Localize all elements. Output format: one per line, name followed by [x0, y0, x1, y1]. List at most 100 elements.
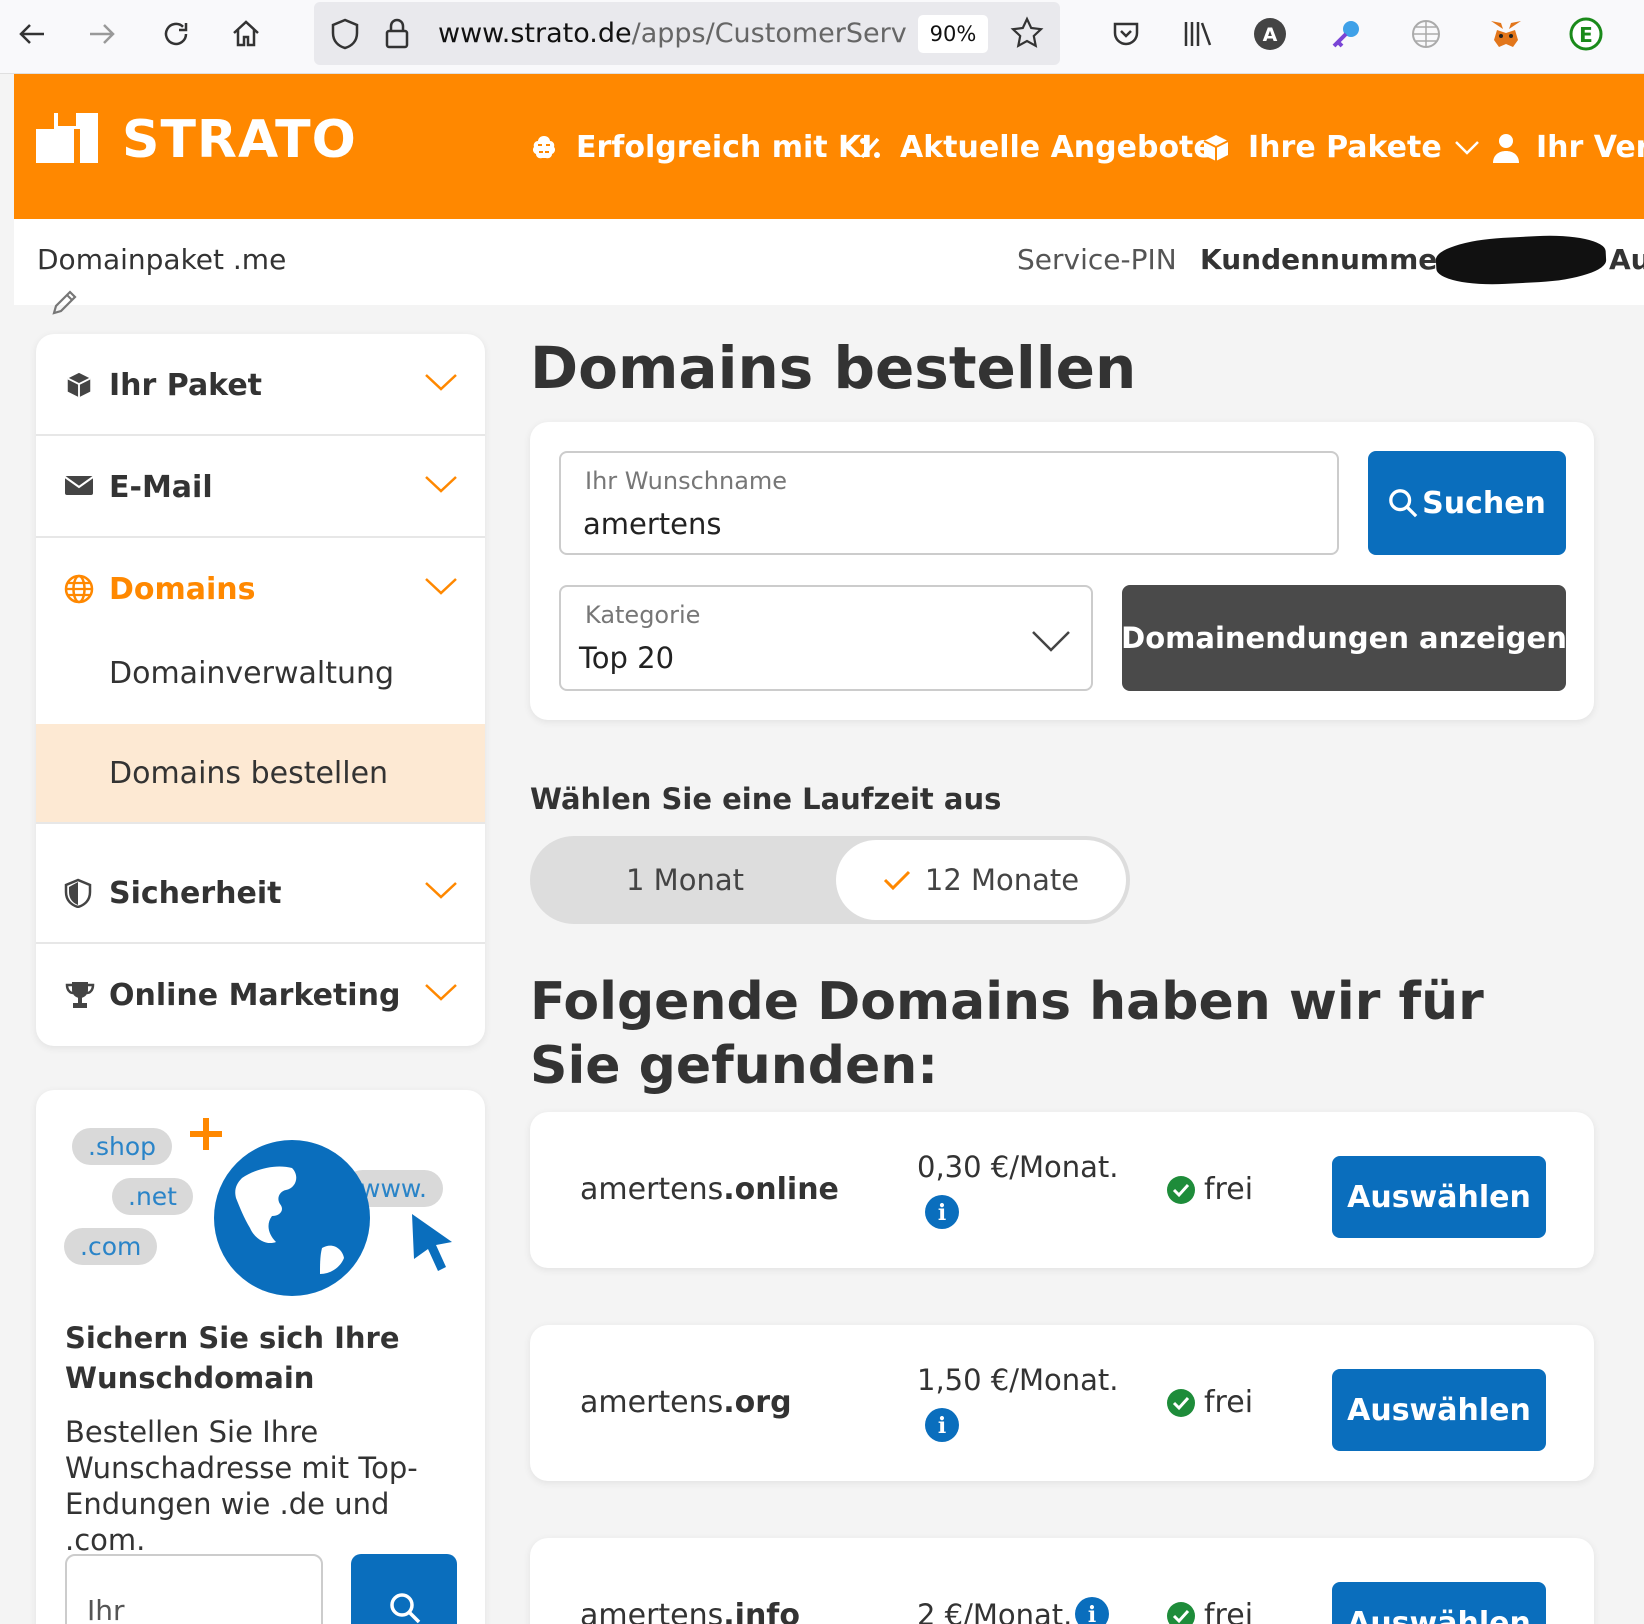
auf-label: Auf — [1609, 243, 1644, 276]
category-select[interactable]: Kategorie Top 20 — [559, 585, 1093, 691]
extension-key-icon[interactable] — [1326, 14, 1366, 54]
info-icon[interactable]: i — [924, 1194, 960, 1230]
promo-text: Bestellen Sie Ihre Wunschadresse mit Top… — [65, 1415, 418, 1557]
check-circle-icon — [1167, 1388, 1195, 1417]
strato-logo-icon — [36, 113, 98, 163]
sidebar-subitem-domains-bestellen[interactable]: Domains bestellen — [36, 724, 485, 824]
domain-price: 1,50 €/Monat. — [917, 1363, 1119, 1397]
sidebar-subitem-label: Domainverwaltung — [109, 656, 395, 691]
sidebar-item-online-marketing[interactable]: Online Marketing — [36, 944, 485, 1046]
domain-price: 0,30 €/Monat. — [917, 1150, 1119, 1184]
svg-text:i: i — [938, 1200, 946, 1226]
promo-search-input[interactable]: Ihr Wunschna... — [65, 1554, 323, 1624]
search-button[interactable]: Suchen — [1368, 451, 1566, 555]
sidebar-item-label: E-Mail — [109, 470, 213, 505]
check-circle-icon — [1167, 1175, 1195, 1204]
page-title: Domains bestellen — [530, 334, 1137, 402]
sidebar-item-label: Ihr Paket — [109, 368, 263, 403]
package-name: Domainpaket .me — [37, 243, 287, 276]
nav-packages[interactable]: Ihre Pakete — [1200, 130, 1480, 165]
chevron-down-icon — [425, 578, 457, 595]
result-card: amertens.info 2 €/Monat. i frei Auswähle… — [530, 1538, 1594, 1624]
wish-name-value: amertens — [583, 507, 722, 541]
extension-globe-icon[interactable] — [1406, 14, 1446, 54]
sidebar-item-label: Online Marketing — [109, 978, 401, 1013]
chevron-down-icon — [425, 476, 457, 493]
zoom-level[interactable]: 90% — [918, 15, 988, 53]
percent-icon — [860, 137, 880, 158]
search-icon — [390, 1593, 421, 1624]
select-domain-button[interactable]: Auswählen — [1332, 1156, 1546, 1238]
svg-text:i: i — [1088, 1602, 1096, 1624]
envelope-icon — [64, 476, 94, 495]
availability-status: frei — [1166, 1385, 1253, 1420]
pocket-icon[interactable] — [1106, 14, 1146, 54]
net-bubble: .net — [112, 1178, 193, 1215]
nav-ki[interactable]: Erfolgreich mit KI — [528, 130, 872, 165]
show-endings-button[interactable]: Domainendungen anzeigen — [1121, 585, 1567, 691]
chevron-down-icon — [1032, 631, 1070, 652]
sidebar-item-email[interactable]: E-Mail — [36, 436, 485, 538]
svg-text:A: A — [1263, 24, 1278, 46]
star-icon[interactable] — [1010, 16, 1044, 54]
results-title: Folgende Domains haben wir für Sie gefun… — [530, 972, 1484, 1096]
globe-illustration-icon — [214, 1140, 370, 1296]
info-icon[interactable]: i — [1074, 1596, 1110, 1624]
wish-name-input[interactable]: Ihr Wunschname amertens — [559, 451, 1339, 555]
com-bubble: .com — [64, 1228, 158, 1265]
term-option-12-months[interactable]: 12 Monate — [836, 840, 1126, 920]
url-text[interactable]: www.strato.de/apps/CustomerService? — [438, 18, 908, 49]
shop-bubble: .shop — [72, 1128, 172, 1165]
home-icon[interactable] — [226, 14, 266, 54]
logo-text: STRATO — [122, 110, 357, 170]
forward-icon[interactable] — [82, 14, 122, 54]
search-icon — [1389, 489, 1418, 518]
category-value: Top 20 — [579, 641, 675, 675]
user-icon — [1493, 133, 1519, 163]
select-domain-button[interactable]: Auswählen — [1332, 1582, 1546, 1624]
chevron-down-icon — [425, 374, 457, 391]
site-header: STRATO Erfolgreich mit KI Aktuelle Angeb… — [14, 74, 1644, 219]
redaction-scribble — [1434, 232, 1608, 288]
cursor-arrow-icon — [412, 1214, 452, 1271]
sidebar-item-security[interactable]: Sicherheit — [36, 842, 485, 944]
library-icon[interactable] — [1178, 14, 1218, 54]
promo-title: Sichern Sie sich Ihre Wunschdomain — [65, 1321, 400, 1395]
domain-name: amertens.info — [580, 1598, 800, 1624]
back-icon[interactable] — [12, 14, 52, 54]
sidebar-item-label: Sicherheit — [109, 876, 282, 911]
metamask-icon[interactable] — [1486, 14, 1526, 54]
promo-search-button[interactable] — [351, 1554, 457, 1624]
box-icon — [1203, 134, 1229, 161]
customer-number-label: Kundennummer — [1200, 243, 1452, 276]
extension-e-icon[interactable]: E — [1566, 14, 1606, 54]
nav-label: Aktuelle Angebote — [900, 130, 1214, 165]
strato-logo[interactable]: STRATO — [36, 109, 357, 171]
info-icon[interactable]: i — [924, 1407, 960, 1443]
term-section-title: Wählen Sie eine Laufzeit aus — [530, 782, 1002, 816]
nav-contract[interactable]: Ihr Vert — [1492, 130, 1644, 165]
pencil-icon[interactable] — [50, 287, 80, 321]
chevron-down-icon — [425, 984, 457, 1001]
box-icon — [67, 372, 91, 398]
url-bar[interactable]: www.strato.de/apps/CustomerService? 90% — [314, 2, 1060, 65]
nav-label: Ihr Vert — [1536, 130, 1644, 165]
lock-icon[interactable] — [384, 17, 410, 53]
sidebar-item-package[interactable]: Ihr Paket — [36, 334, 485, 436]
domain-name: amertens.org — [580, 1385, 792, 1420]
account-icon[interactable]: A — [1250, 14, 1290, 54]
nav-offers[interactable]: Aktuelle Angebote — [856, 130, 1214, 165]
term-option-1-month[interactable]: 1 Monat — [530, 836, 840, 924]
service-pin-link[interactable]: Service-PIN — [1017, 243, 1177, 276]
sidebar-subitem-domainverwaltung[interactable]: Domainverwaltung — [36, 624, 485, 724]
select-domain-button[interactable]: Auswählen — [1332, 1369, 1546, 1451]
availability-status: frei — [1166, 1598, 1253, 1624]
shield-icon — [64, 878, 92, 908]
reload-icon[interactable] — [156, 14, 196, 54]
wish-name-label: Ihr Wunschname — [585, 467, 788, 495]
browser-toolbar: www.strato.de/apps/CustomerService? 90% … — [0, 0, 1644, 74]
search-button-label: Suchen — [1422, 485, 1546, 521]
svg-text:E: E — [1579, 23, 1593, 47]
sidebar-item-label: Domains — [109, 572, 256, 607]
shield-icon[interactable] — [330, 18, 360, 54]
